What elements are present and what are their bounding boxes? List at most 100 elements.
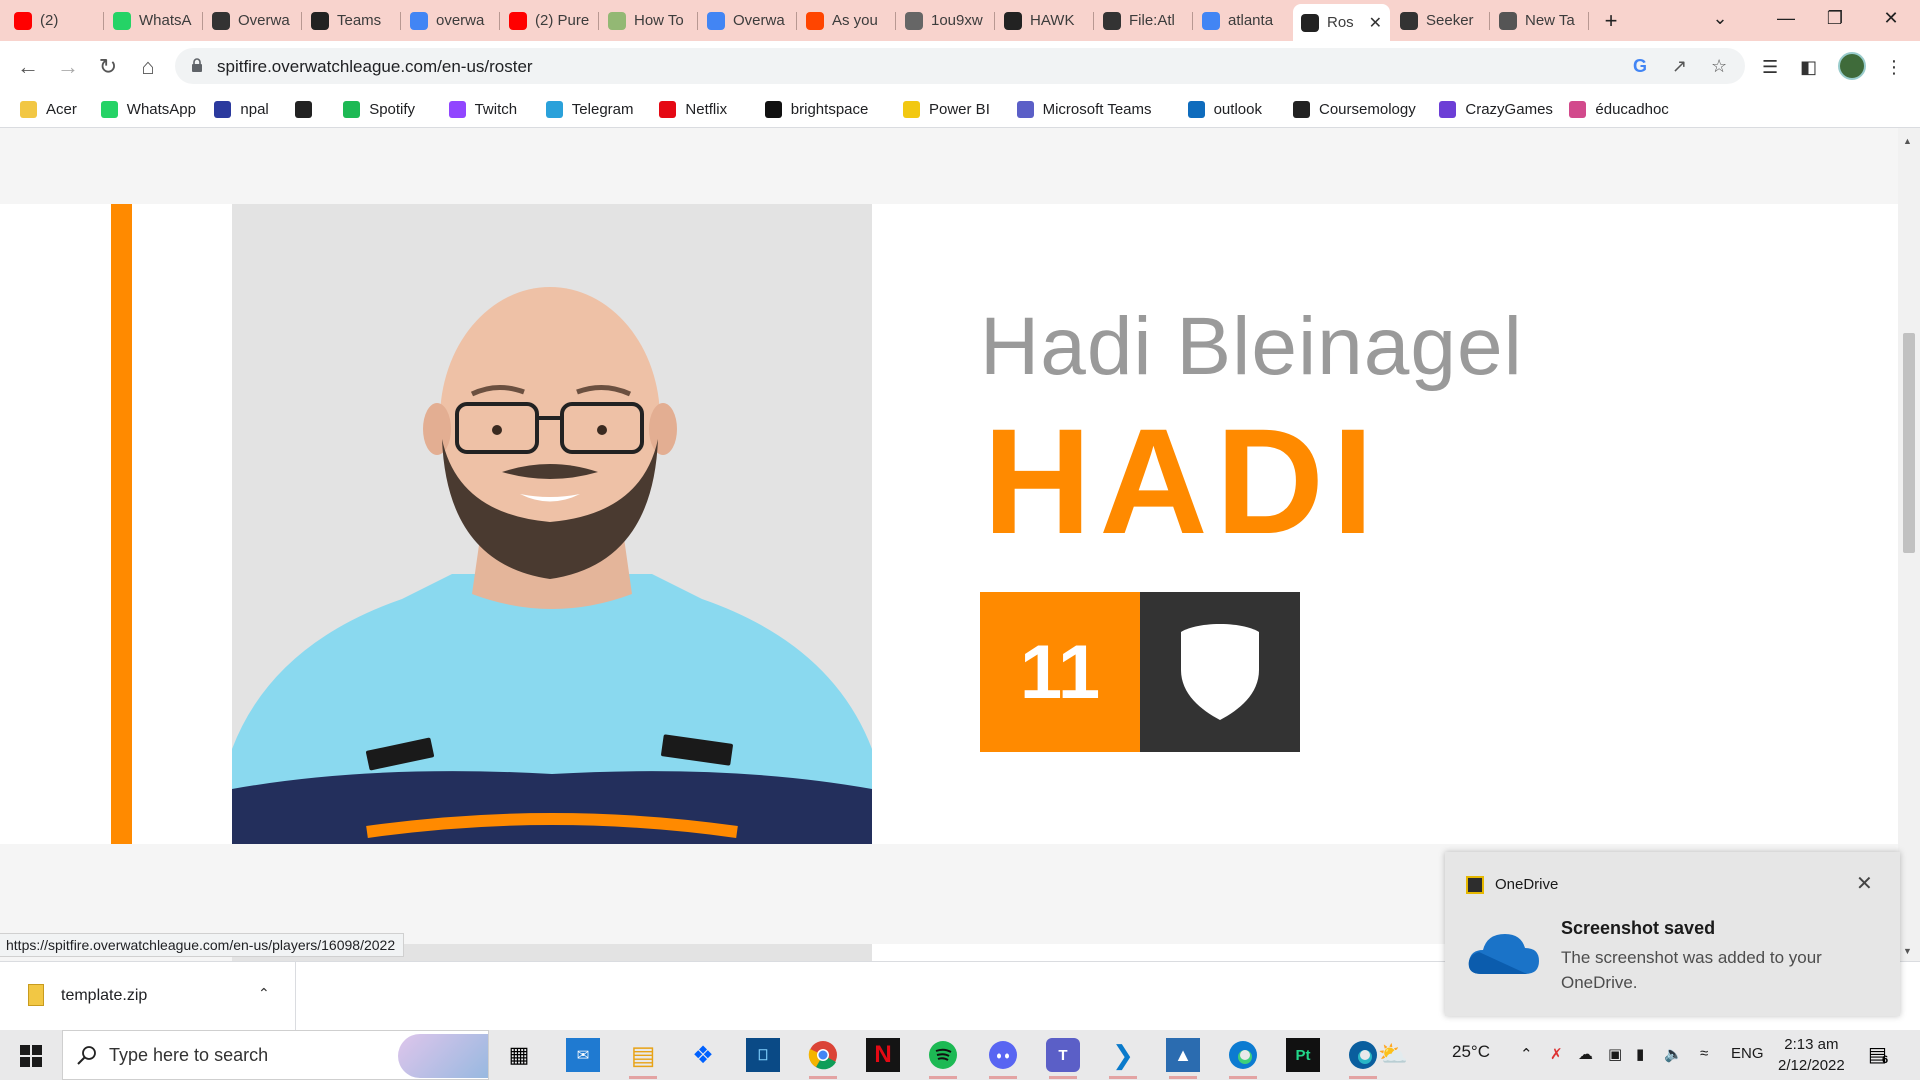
notification-center-icon[interactable]: ▤ 6 [1868,1042,1894,1068]
reload-icon[interactable]: ↻ [94,54,122,80]
close-window-icon[interactable]: ✕ [1876,8,1906,29]
browser-tab[interactable]: New Ta [1491,5,1588,36]
browser-tab[interactable]: atlanta [1194,5,1291,36]
bookmark-item[interactable]: Microsoft Teams [1016,98,1152,120]
dropbox-icon[interactable]: ❖ [686,1038,720,1072]
back-icon[interactable]: ← [14,54,42,80]
windows-start-icon[interactable] [20,1045,42,1067]
browser-tab[interactable]: Overwa [204,5,301,36]
browser-tab[interactable]: Ros ✕ [1293,4,1390,41]
bookmark-label: Twitch [474,100,518,118]
onedrive-notification[interactable]: OneDrive ✕ Screenshot saved The screensh… [1445,852,1900,1016]
youtube-icon [14,11,32,30]
menu-kebab-icon[interactable]: ⋮ [1885,57,1903,78]
player-photo[interactable] [232,204,872,844]
taskbar-clock[interactable]: 2:13 am 2/12/2022 [1778,1034,1845,1076]
browser-tab[interactable]: 1ou9xw [897,5,994,36]
close-icon[interactable]: ✕ [1856,871,1873,896]
bookmark-item[interactable]: outlook [1187,98,1262,120]
browser-tab[interactable]: How To [600,5,697,36]
forward-icon[interactable]: → [54,54,82,80]
bookmark-item[interactable]: Netflix [659,98,727,120]
browser-tab[interactable]: overwa [402,5,499,36]
browser-tab[interactable]: Seeker [1392,5,1489,36]
browser-tab[interactable]: Overwa [699,5,796,36]
battery-icon[interactable]: ▮ [1636,1045,1644,1063]
share-icon[interactable]: ↗ [1672,56,1687,77]
bookmark-item[interactable] [295,98,321,120]
mail-icon[interactable]: ✉ [566,1038,600,1072]
netflix-icon[interactable]: N [866,1038,900,1072]
language-indicator[interactable]: ENG [1731,1045,1764,1062]
browser-tab[interactable]: As you [798,5,895,36]
bookmark-label: Acer [46,100,77,118]
tab-label: File:Atl [1129,12,1175,29]
network-error-icon[interactable]: ✗ [1550,1045,1563,1063]
reading-list-icon[interactable]: ☰ [1762,57,1778,78]
bookmark-item[interactable]: Coursemology [1293,98,1416,120]
browser-tab[interactable]: HAWK [996,5,1093,36]
edge-dev-icon[interactable] [1346,1038,1380,1079]
google-lens-icon[interactable]: G [1633,56,1647,77]
browser-tab[interactable]: (2) Pure [501,5,598,36]
pycharm-icon[interactable]: Pt [1286,1038,1320,1072]
discord-icon[interactable] [986,1038,1020,1079]
onedrive-tray-icon[interactable]: ☁ [1578,1045,1593,1063]
bookmark-item[interactable]: WhatsApp [100,98,196,120]
download-file-name[interactable]: template.zip [61,987,147,1005]
player-number: 11 [980,592,1140,752]
bookmark-item[interactable]: npal [214,98,269,120]
bookmark-item[interactable]: Acer [20,98,77,120]
sketch-app-icon[interactable]: ⎕ [746,1038,780,1072]
edge-icon[interactable] [1226,1038,1260,1079]
bookmark-item[interactable]: brightspace [764,98,868,120]
address-bar[interactable]: spitfire.overwatchleague.com/en-us/roste… [175,48,1745,84]
tab-search-icon[interactable]: ⌄ [1705,8,1735,29]
tab-close-icon[interactable]: ✕ [1369,13,1382,33]
weather-icon[interactable]: ⛅ [1378,1040,1408,1069]
player-real-name: Hadi Bleinagel [980,301,1523,392]
bookmark-star-icon[interactable]: ☆ [1711,56,1727,77]
browser-tab[interactable]: Teams [303,5,400,36]
chrome-icon[interactable] [806,1038,840,1079]
browser-tab[interactable]: WhatsA [105,5,202,36]
bookmark-item[interactable]: Power BI [903,98,990,120]
bookmark-item[interactable]: Spotify [343,98,415,120]
weather-temperature[interactable]: 25°C [1452,1042,1490,1062]
taskbar-search-box[interactable]: Type here to search [62,1030,489,1080]
side-panel-icon[interactable]: ◧ [1800,57,1817,78]
meet-now-icon[interactable]: ▣ [1608,1045,1622,1063]
teams-icon[interactable]: T [1046,1038,1080,1079]
wifi-icon[interactable]: ≈ [1700,1045,1708,1062]
bookmark-item[interactable]: éducadhoc [1569,98,1669,120]
tab-separator [697,12,698,30]
bookmark-label: Power BI [929,100,990,118]
profile-avatar[interactable] [1838,52,1866,80]
task-view-icon[interactable]: ▦ [502,1038,536,1072]
new-tab-icon[interactable]: + [1596,8,1626,34]
file-explorer-icon[interactable]: ▤ [626,1038,660,1079]
home-icon[interactable]: ⌂ [134,54,162,80]
volume-icon[interactable]: 🔈 [1664,1045,1683,1063]
tab-separator [1093,12,1094,30]
address-url[interactable]: spitfire.overwatchleague.com/en-us/roste… [217,57,533,77]
google-icon [410,11,428,30]
download-item[interactable]: template.zip ⌃ [0,962,296,1030]
scroll-up-icon[interactable]: ▲ [1903,136,1912,146]
minimize-icon[interactable]: — [1771,8,1801,29]
bookmark-item[interactable]: Twitch [448,98,518,120]
spotify-icon[interactable] [926,1038,960,1079]
photos-icon[interactable]: ▲ [1166,1038,1200,1079]
bookmark-item[interactable]: CrazyGames [1439,98,1553,120]
scrollbar-thumb[interactable] [1903,333,1915,553]
lock-icon[interactable] [191,57,203,73]
scroll-down-icon[interactable]: ▼ [1903,946,1912,956]
browser-tab[interactable]: (2) [6,5,103,36]
bookmark-item[interactable]: Telegram [545,98,634,120]
restore-icon[interactable]: ❐ [1820,8,1850,29]
show-hidden-icons-icon[interactable]: ⌃ [1520,1045,1533,1063]
vscode-icon[interactable]: ❯ [1106,1038,1140,1079]
browser-tab[interactable]: File:Atl [1095,5,1192,36]
chevron-up-icon[interactable]: ⌃ [258,985,270,1002]
search-placeholder[interactable]: Type here to search [109,1045,268,1066]
